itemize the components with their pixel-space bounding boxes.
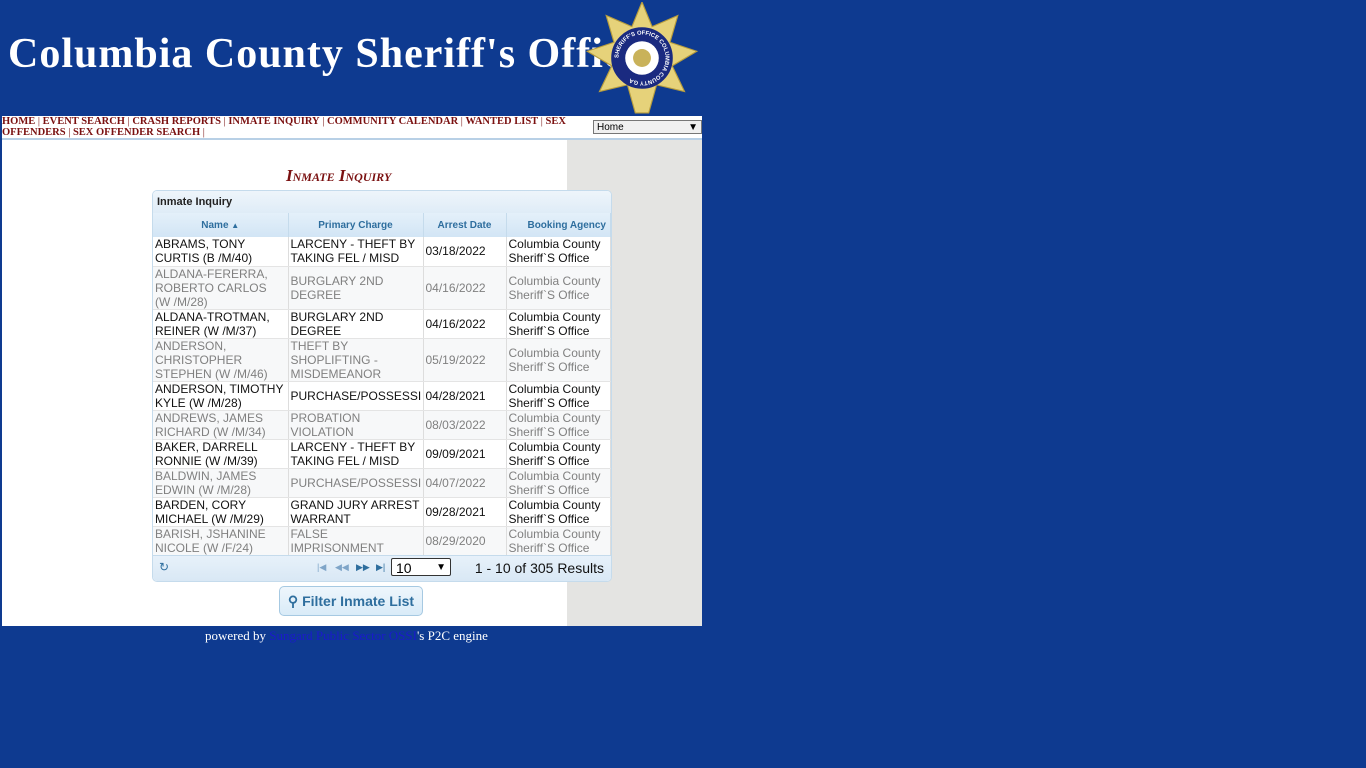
- nav-link[interactable]: COMMUNITY CALENDAR: [327, 116, 458, 127]
- table-cell: BAKER, DARRELL RONNIE (W /M/39): [153, 439, 289, 469]
- nav-separator: |: [458, 116, 466, 127]
- table-cell: BALDWIN, JAMES EDWIN (W /M/28): [153, 468, 289, 498]
- table-cell: ANDERSON, TIMOTHY KYLE (W /M/28): [153, 381, 289, 411]
- page-size-value: 10: [396, 560, 412, 576]
- nav-separator: |: [538, 116, 546, 127]
- nav-link[interactable]: WANTED LIST: [466, 116, 539, 127]
- page-title: Inmate Inquiry: [286, 166, 392, 185]
- table-cell: 04/16/2022: [423, 266, 507, 310]
- nav-separator: |: [319, 116, 327, 127]
- table-row[interactable]: ALDANA-TROTMAN, REINER (W /M/37) BURGLARY…: [153, 309, 611, 339]
- table-row[interactable]: ANDERSON, CHRISTOPHER STEPHEN (W /M/46) T…: [153, 338, 611, 382]
- column-header-name[interactable]: Name ▲: [153, 213, 289, 237]
- sort-asc-icon: ▲: [231, 220, 240, 230]
- nav-separator: |: [65, 127, 73, 138]
- content-area: HOME | EVENT SEARCH | CRASH REPORTS | IN…: [2, 116, 702, 626]
- table-row[interactable]: ANDERSON, TIMOTHY KYLE (W /M/28) PURCHASE…: [153, 381, 611, 411]
- table-cell: ALDANA-FERERRA, ROBERTO CARLOS (W /M/28): [153, 266, 289, 310]
- inmate-grid: Inmate Inquiry Name ▲ Primary Charge Arr…: [152, 190, 612, 582]
- table-cell: BURGLARY 2ND DEGREE: [288, 309, 424, 339]
- table-cell: Columbia County Sheriff`S Office: [506, 237, 611, 267]
- refresh-icon[interactable]: ↻: [159, 560, 169, 574]
- table-cell: 04/28/2021: [423, 381, 507, 411]
- table-row[interactable]: BALDWIN, JAMES EDWIN (W /M/28) PURCHASE/P…: [153, 468, 611, 498]
- table-cell: PROBATION VIOLATION: [288, 410, 424, 440]
- table-cell: THEFT BY SHOPLIFTING - MISDEMEANOR: [288, 338, 424, 382]
- table-cell: BARISH, JSHANINE NICOLE (W /F/24): [153, 526, 289, 556]
- table-cell: ALDANA-TROTMAN, REINER (W /M/37): [153, 309, 289, 339]
- table-cell: LARCENY - THEFT BY TAKING FEL / MISD: [288, 237, 424, 267]
- site-title: Columbia County Sheriff's Office: [8, 31, 644, 77]
- nav-menu: HOME | EVENT SEARCH | CRASH REPORTS | IN…: [2, 116, 582, 138]
- footer: powered by Sungard Public Sector OSSI's …: [205, 628, 488, 644]
- last-page-icon[interactable]: ▶|: [376, 562, 385, 573]
- grid-pager: ↻ |◀ ◀◀ ▶▶ ▶| 10 ▼ 1 - 10 of 305 Results: [153, 555, 611, 581]
- table-row[interactable]: ANDREWS, JAMES RICHARD (W /M/34) PROBATIO…: [153, 410, 611, 440]
- table-cell: Columbia County Sheriff`S Office: [506, 338, 611, 382]
- column-header-primary-charge[interactable]: Primary Charge: [288, 213, 424, 237]
- table-cell: 08/03/2022: [423, 410, 507, 440]
- table-cell: Columbia County Sheriff`S Office: [506, 526, 611, 556]
- table-cell: Columbia County Sheriff`S Office: [506, 266, 611, 310]
- first-page-icon[interactable]: |◀: [317, 562, 326, 573]
- table-row[interactable]: BARISH, JSHANINE NICOLE (W /F/24) FALSE I…: [153, 526, 611, 556]
- table-cell: ANDREWS, JAMES RICHARD (W /M/34): [153, 410, 289, 440]
- next-page-icon[interactable]: ▶▶: [356, 562, 370, 573]
- prev-page-icon[interactable]: ◀◀: [335, 562, 349, 573]
- table-cell: Columbia County Sheriff`S Office: [506, 497, 611, 527]
- column-label: Name: [201, 219, 229, 231]
- nav-link[interactable]: CRASH REPORTS: [132, 116, 221, 127]
- footer-prefix: powered by: [205, 628, 270, 643]
- table-cell: 04/16/2022: [423, 309, 507, 339]
- table-cell: ABRAMS, TONY CURTIS (B /M/40): [153, 237, 289, 267]
- results-count: 1 - 10 of 305 Results: [474, 560, 604, 576]
- grid-caption: Inmate Inquiry: [153, 191, 611, 213]
- chevron-down-icon: ▼: [436, 562, 446, 573]
- chevron-down-icon: ▼: [688, 121, 698, 133]
- table-row[interactable]: BAKER, DARRELL RONNIE (W /M/39) LARCENY -…: [153, 439, 611, 469]
- nav-link[interactable]: SEX OFFENDER SEARCH: [73, 127, 200, 138]
- table-cell: BURGLARY 2ND DEGREE: [288, 266, 424, 310]
- table-cell: 09/28/2021: [423, 497, 507, 527]
- table-cell: 04/07/2022: [423, 468, 507, 498]
- table-cell: Columbia County Sheriff`S Office: [506, 439, 611, 469]
- table-row[interactable]: ABRAMS, TONY CURTIS (B /M/40) LARCENY - T…: [153, 237, 611, 267]
- table-cell: 03/18/2022: [423, 237, 507, 267]
- table-row[interactable]: ALDANA-FERERRA, ROBERTO CARLOS (W /M/28)…: [153, 266, 611, 310]
- inmate-table: Name ▲ Primary Charge Arrest Date Bookin…: [153, 213, 611, 556]
- sungard-link[interactable]: Sungard Public Sector OSSI: [269, 628, 417, 643]
- table-cell: GRAND JURY ARREST WARRANT: [288, 497, 424, 527]
- filter-button-label: Filter Inmate List: [302, 593, 415, 609]
- table-cell: 08/29/2020: [423, 526, 507, 556]
- nav-select-value: Home: [597, 121, 624, 133]
- table-cell: PURCHASE/POSSESSI: [288, 468, 424, 498]
- table-cell: 09/09/2021: [423, 439, 507, 469]
- column-header-booking-agency[interactable]: Booking Agency: [506, 213, 611, 237]
- column-header-arrest-date[interactable]: Arrest Date: [423, 213, 507, 237]
- nav-link[interactable]: INMATE INQUIRY: [228, 116, 319, 127]
- nav-separator: |: [200, 127, 205, 138]
- nav-separator: |: [35, 116, 43, 127]
- table-cell: FALSE IMPRISONMENT: [288, 526, 424, 556]
- filter-inmate-list-button[interactable]: ⚲ Filter Inmate List: [279, 586, 423, 616]
- footer-suffix: 's P2C engine: [416, 628, 488, 643]
- table-cell: ANDERSON, CHRISTOPHER STEPHEN (W /M/46): [153, 338, 289, 382]
- table-cell: 05/19/2022: [423, 338, 507, 382]
- nav-select[interactable]: Home ▼: [593, 120, 702, 134]
- table-cell: Columbia County Sheriff`S Office: [506, 381, 611, 411]
- table-cell: Columbia County Sheriff`S Office: [506, 468, 611, 498]
- sheriff-star-badge-logo: SHERIFF'S OFFICE COLUMBIA COUNTY GA: [586, 2, 698, 114]
- table-cell: Columbia County Sheriff`S Office: [506, 410, 611, 440]
- table-row[interactable]: BARDEN, CORY MICHAEL (W /M/29) GRAND JURY…: [153, 497, 611, 527]
- table-cell: BARDEN, CORY MICHAEL (W /M/29): [153, 497, 289, 527]
- page-size-select[interactable]: 10 ▼: [391, 558, 451, 576]
- nav-link[interactable]: EVENT SEARCH: [43, 116, 125, 127]
- table-cell: LARCENY - THEFT BY TAKING FEL / MISD: [288, 439, 424, 469]
- site-header: Columbia County Sheriff's Office SHERIFF…: [0, 0, 702, 116]
- table-cell: Columbia County Sheriff`S Office: [506, 309, 611, 339]
- table-cell: PURCHASE/POSSESSI: [288, 381, 424, 411]
- nav-link[interactable]: HOME: [2, 116, 35, 127]
- search-icon: ⚲: [287, 593, 299, 609]
